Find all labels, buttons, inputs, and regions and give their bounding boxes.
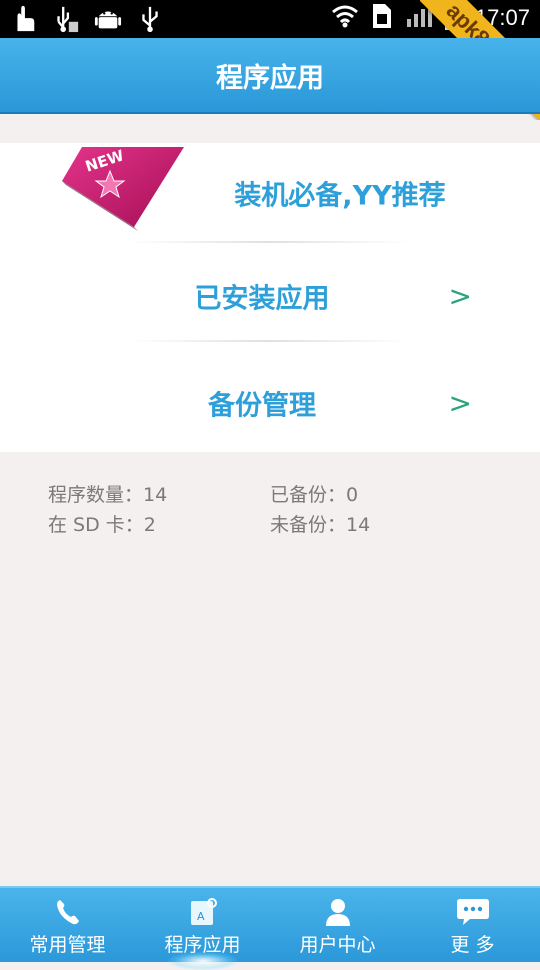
- nav-label: 更 多: [450, 934, 495, 956]
- menu-card: NEW 装机必备,YY推荐 已安装应用 > 备份管理 >: [0, 143, 540, 452]
- menu-item-installed-apps[interactable]: 已安装应用 >: [0, 246, 540, 346]
- clock: 17:07: [474, 5, 530, 30]
- not-backed-up-count: 未备份：14: [270, 514, 371, 536]
- nav-tab-more[interactable]: 更 多: [405, 888, 540, 962]
- menu-item-backup-management[interactable]: 备份管理 >: [0, 353, 540, 453]
- user-icon: [323, 896, 353, 928]
- bottom-nav: 常用管理 A 程序应用 用户中心 更 多: [0, 886, 540, 962]
- svg-text:A: A: [197, 910, 205, 923]
- divider: [130, 241, 410, 243]
- nav-label: 程序应用: [164, 934, 241, 956]
- app-icon: A: [188, 896, 218, 928]
- phone-icon: [53, 896, 83, 928]
- hand-touch-icon: [10, 4, 38, 34]
- menu-item-recommended[interactable]: NEW 装机必备,YY推荐: [0, 143, 540, 243]
- nav-label: 用户中心: [299, 934, 376, 956]
- chevron-right-icon: >: [448, 386, 472, 420]
- title-bar: 程序应用: [0, 38, 540, 114]
- page-title: 程序应用: [216, 62, 324, 94]
- wifi-icon: [331, 4, 359, 32]
- usb-debug-icon: [52, 4, 80, 34]
- android-icon: [94, 4, 122, 34]
- menu-item-label: 装机必备,YY推荐: [234, 180, 446, 212]
- status-bar: 17:07: [0, 0, 540, 38]
- signal-icon: [405, 3, 433, 33]
- backed-up-count: 已备份：0: [270, 484, 359, 506]
- nav-label: 常用管理: [29, 934, 106, 956]
- divider: [130, 340, 410, 342]
- usb-icon: [136, 4, 164, 34]
- sd-card-count: 在 SD 卡：2: [48, 514, 156, 536]
- nav-tab-app-programs[interactable]: A 程序应用: [135, 888, 270, 962]
- battery-icon: [444, 2, 463, 34]
- nav-tab-common-management[interactable]: 常用管理: [0, 888, 135, 962]
- nav-tab-user-center[interactable]: 用户中心: [270, 888, 405, 962]
- app-count: 程序数量：14: [48, 484, 168, 506]
- chat-bubble-icon: [456, 896, 490, 928]
- sim-icon: [371, 2, 393, 34]
- chevron-right-icon: >: [448, 279, 472, 313]
